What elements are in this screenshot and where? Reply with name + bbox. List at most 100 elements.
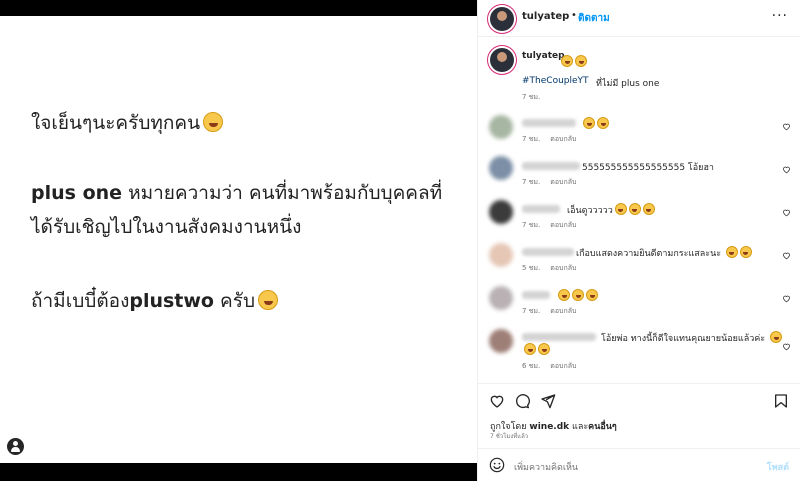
sweat-smile-emoji-icon: [203, 112, 224, 132]
commenter-name-redacted[interactable]: [522, 291, 550, 299]
reply-button[interactable]: ตอบกลับ: [550, 362, 576, 370]
image-text-3: ได้รับเชิญไปในงานสังคมงานหนึ่ง: [31, 216, 302, 238]
likes-middle: และ: [569, 422, 589, 432]
laughing-emoji-icon: [770, 331, 782, 343]
comment-time[interactable]: 6 ชม.: [522, 362, 540, 370]
comment-item: 7 ชม. ตอบกลับ: [478, 113, 800, 155]
commenter-name-redacted[interactable]: [522, 119, 576, 127]
commenter-avatar[interactable]: [489, 156, 513, 180]
follow-button[interactable]: ติดตาม: [578, 11, 610, 26]
like-comment-heart-icon[interactable]: [782, 251, 791, 260]
reply-button[interactable]: ตอบกลับ: [550, 178, 576, 186]
comment-text: โอ้ยพ่อ ทางนี้ก็ดีใจแทนคุณยายน้อยแล้วค่ะ: [601, 331, 782, 345]
laughing-emoji-icon: [586, 289, 598, 301]
emoji-picker-icon[interactable]: [489, 457, 505, 473]
post-side-panel: tulyatep • ติดตาม ··· tulyatep #TheCoupl…: [477, 0, 800, 481]
commenter-avatar[interactable]: [489, 115, 513, 139]
laughing-emoji-icon: [558, 289, 570, 301]
image-text-4: ถ้ามีเบบี๋ต้อง: [31, 290, 130, 312]
post-action-bar: [478, 383, 800, 413]
commenter-avatar[interactable]: [489, 329, 513, 353]
caption-text: ที่ไม่มี plus one: [596, 79, 660, 89]
laughing-emoji-icon: [538, 343, 550, 355]
comment-text: 555555555555555555 โอ้ยฮา: [582, 163, 714, 173]
comment-text-body: เอ็นดูววววว: [567, 206, 613, 216]
comment-item: เกือบแสดงความยินดีตามกระแสละนะ 5 ชม. ตอบก…: [478, 242, 800, 284]
image-text-4-bold: plustwo: [129, 290, 214, 312]
laughing-emoji-icon: [628, 203, 641, 215]
comment-item: 555555555555555555 โอ้ยฮา 7 ชม. ตอบกลับ: [478, 156, 800, 198]
tagged-user-icon[interactable]: [7, 438, 24, 455]
image-letterbox-bottom: [0, 463, 477, 481]
commenter-avatar[interactable]: [489, 243, 513, 267]
save-bookmark-icon[interactable]: [773, 393, 789, 409]
commenter-name-redacted[interactable]: [522, 333, 596, 341]
caption-time[interactable]: 7 ชม.: [522, 92, 540, 103]
commenter-name-redacted[interactable]: [522, 248, 574, 256]
like-comment-heart-icon[interactable]: [782, 294, 791, 303]
comment-bubble-icon[interactable]: [514, 393, 530, 409]
tears-of-joy-emoji-icon: [258, 290, 278, 310]
comment-time[interactable]: 7 ชม.: [522, 135, 540, 143]
like-heart-icon[interactable]: [489, 393, 505, 409]
comment-meta: 7 ชม. ตอบกลับ: [522, 306, 576, 317]
image-text-1: ใจเย็นๆนะครับทุกคน: [31, 112, 201, 134]
like-comment-heart-icon[interactable]: [782, 122, 791, 131]
comment-item: เอ็นดูววววว 7 ชม. ตอบกลับ: [478, 199, 800, 241]
image-text-2-bold: plus one: [31, 182, 123, 204]
post-image[interactable]: ใจเย็นๆนะครับทุกคน plus one หมายความว่า …: [0, 0, 477, 481]
comment-meta: 7 ชม. ตอบกลับ: [522, 177, 576, 188]
more-options-icon[interactable]: ···: [772, 8, 788, 24]
comment-text: [556, 289, 598, 302]
comment-text-body: เกือบแสดงความยินดีตามกระแสละนะ: [576, 249, 722, 259]
caption-avatar[interactable]: [490, 48, 514, 72]
image-text-2: หมายความว่า คนที่มาพร้อมกับบุคคลที่: [122, 182, 443, 204]
commenter-name-redacted[interactable]: [522, 205, 560, 213]
comment-meta: 5 ชม. ตอบกลับ: [522, 263, 576, 274]
reply-button[interactable]: ตอบกลับ: [550, 264, 576, 272]
comment-text-body: โอ้ยพ่อ ทางนี้ก็ดีใจแทนคุณยายน้อยแล้วค่ะ: [601, 334, 766, 344]
laughing-emoji-icon: [583, 117, 595, 129]
image-letterbox-top: [0, 0, 477, 16]
reply-button[interactable]: ตอบกลับ: [550, 135, 576, 143]
grimace-emoji-icon: [575, 55, 587, 67]
image-caption-line-1: ใจเย็นๆนะครับทุกคน: [31, 106, 224, 140]
laughing-emoji-icon: [524, 343, 536, 355]
comment-time[interactable]: 5 ชม.: [522, 264, 540, 272]
comment-text: เอ็นดูววววว: [567, 203, 655, 217]
comment-text-wrap: [522, 343, 550, 356]
comment-meta: 7 ชม. ตอบกลับ: [522, 134, 576, 145]
comment-text: [581, 117, 609, 130]
caption-hashtag[interactable]: #TheCoupleYT: [522, 76, 589, 86]
comment-time[interactable]: 7 ชม.: [522, 307, 540, 315]
comment-input[interactable]: เพิ่มความคิดเห็น: [514, 460, 578, 474]
laughing-emoji-icon: [739, 246, 752, 258]
liked-by-others[interactable]: คนอื่นๆ: [588, 422, 617, 432]
grin-sweat-emoji-icon: [561, 55, 573, 67]
comment-item: 7 ชม. ตอบกลับ: [478, 285, 800, 327]
author-avatar[interactable]: [490, 7, 514, 31]
commenter-name-redacted[interactable]: [522, 162, 580, 170]
commenter-avatar[interactable]: [489, 200, 513, 224]
image-text-4-end: ครับ: [213, 290, 255, 312]
post-time-ago[interactable]: 7 ชั่วโมงที่แล้ว: [490, 431, 528, 441]
reply-button[interactable]: ตอบกลับ: [550, 221, 576, 229]
image-caption-line-2: plus one หมายความว่า คนที่มาพร้อมกับบุคค…: [31, 176, 442, 210]
comment-time[interactable]: 7 ชม.: [522, 221, 540, 229]
comment-time[interactable]: 7 ชม.: [522, 178, 540, 186]
laughing-emoji-icon: [572, 289, 584, 301]
share-paper-plane-icon[interactable]: [540, 393, 556, 409]
comment-item: โอ้ยพ่อ ทางนี้ก็ดีใจแทนคุณยายน้อยแล้วค่ะ…: [478, 327, 800, 375]
post-comment-button[interactable]: โพสต์: [767, 460, 789, 474]
image-caption-line-4: ถ้ามีเบบี๋ต้องplustwo ครับ: [31, 284, 278, 318]
liked-by-user[interactable]: wine.dk: [529, 422, 569, 432]
like-comment-heart-icon[interactable]: [782, 342, 791, 351]
commenter-avatar[interactable]: [489, 286, 513, 310]
author-username[interactable]: tulyatep: [522, 11, 569, 22]
like-comment-heart-icon[interactable]: [782, 208, 791, 217]
laughing-emoji-icon: [642, 203, 655, 215]
laughing-emoji-icon: [725, 246, 738, 258]
like-comment-heart-icon[interactable]: [782, 165, 791, 174]
reply-button[interactable]: ตอบกลับ: [550, 307, 576, 315]
comment-meta: 7 ชม. ตอบกลับ: [522, 220, 576, 231]
